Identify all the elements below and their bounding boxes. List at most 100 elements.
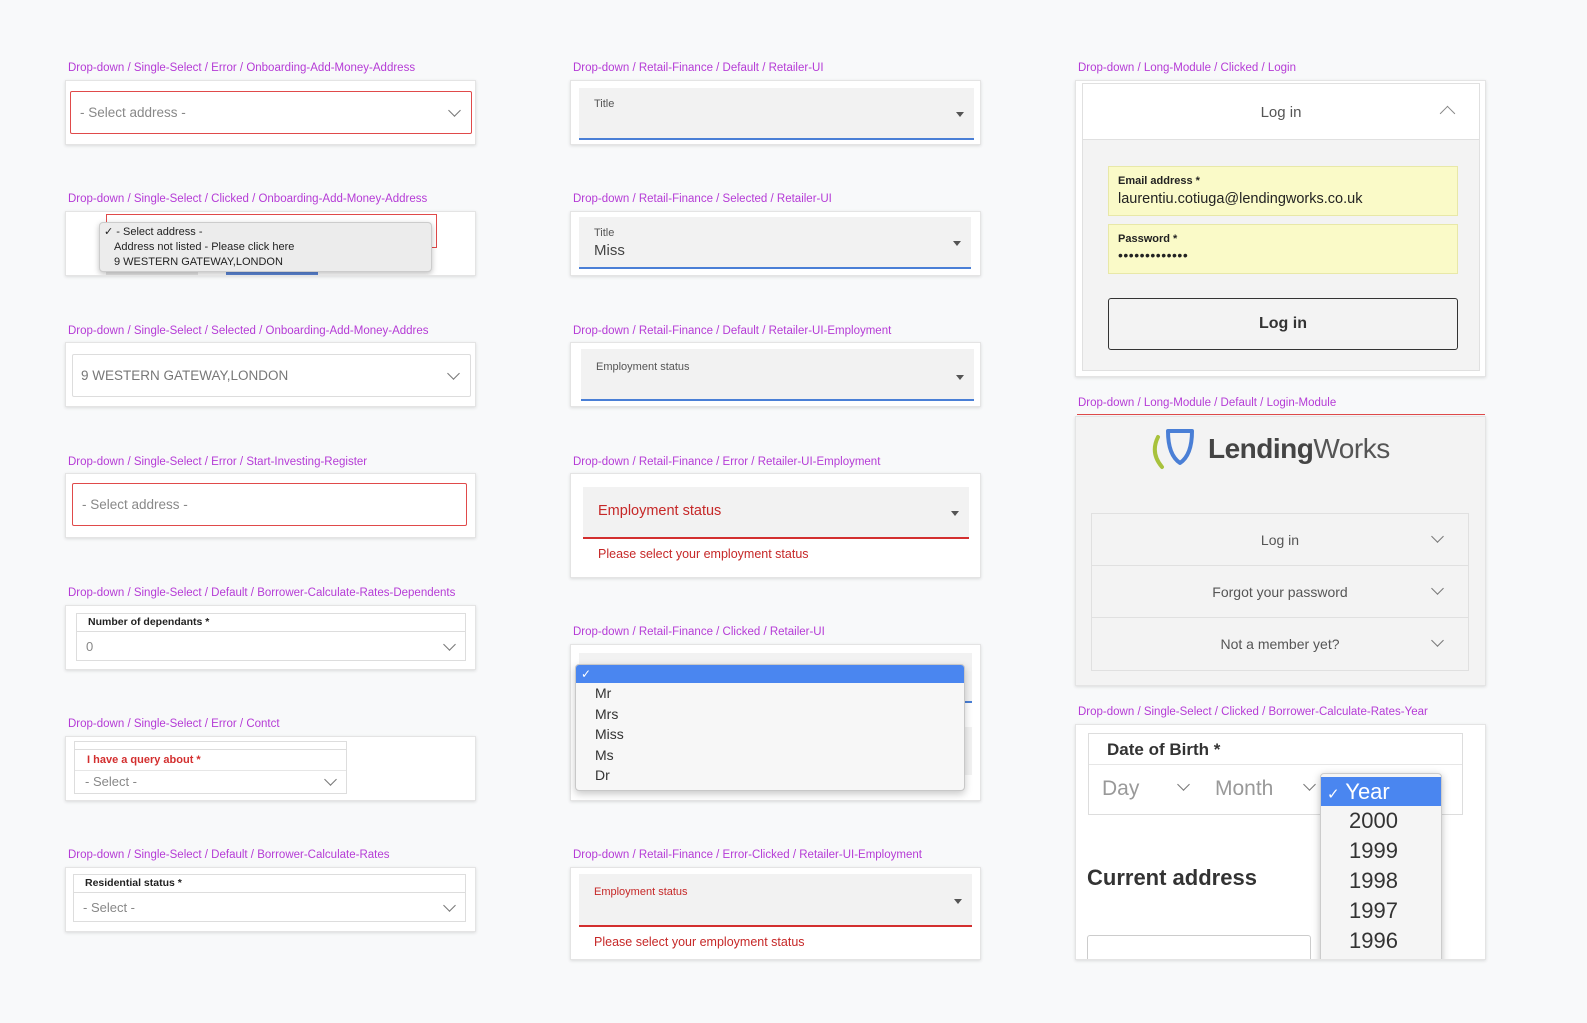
field-label: Employment status [596, 361, 690, 373]
menu-option-selected[interactable]: ✓ Year [1321, 777, 1441, 806]
field-label: Title [594, 98, 615, 110]
dependants-select-value: 0 [86, 639, 94, 654]
caret-down-icon [951, 511, 959, 516]
residential-dropdown-card: Residential status * - Select - [65, 867, 476, 932]
menu-option[interactable]: Miss [576, 724, 964, 745]
component-label: Drop-down / Single-Select / Error / Star… [68, 456, 368, 468]
field-label: Employment status [594, 886, 688, 898]
login-module-default-card: LendingWorks Log in Forgot your password… [1075, 416, 1486, 686]
employment-select[interactable]: Employment status [581, 349, 974, 401]
component-label: Drop-down / Long-Module / Clicked / Logi… [1078, 62, 1296, 74]
login-button[interactable]: Log in [1108, 298, 1458, 350]
hidden-button [106, 272, 198, 275]
password-field[interactable]: Password * ••••••••••••• [1108, 224, 1458, 274]
residential-select[interactable]: - Select - [73, 892, 466, 922]
chevron-down-icon [447, 367, 460, 380]
field-label-box: Number of dependants * [76, 613, 466, 631]
employment-select[interactable]: Employment status [579, 874, 972, 927]
field-label-box: Residential status * [73, 874, 466, 892]
menu-option-selected[interactable]: ✓ [576, 665, 964, 683]
chevron-down-icon [1431, 530, 1444, 543]
accordion-row-label: Forgot your password [1212, 584, 1348, 600]
query-select[interactable]: I have a query about * - Select - [74, 749, 347, 794]
dependants-select[interactable]: 0 [76, 631, 466, 661]
login-accordion-header[interactable]: Log in [1083, 84, 1479, 140]
email-field[interactable]: Email address * laurentiu.cotiuga@lendin… [1108, 166, 1458, 216]
menu-option[interactable]: 1997 [1321, 896, 1441, 926]
component-label: Drop-down / Single-Select / Error / Cont… [68, 718, 280, 730]
day-select[interactable]: Day [1089, 765, 1209, 814]
check-icon: ✓ [104, 226, 114, 238]
address-select-value: 9 WESTERN GATEWAY,LONDON [81, 368, 289, 383]
address-input[interactable] [1087, 935, 1311, 959]
month-select-value: Month [1215, 777, 1274, 800]
employment-select[interactable]: Employment status [583, 487, 969, 539]
address-select[interactable]: - Select address - [70, 91, 472, 134]
address-select-placeholder: - Select address - [80, 105, 186, 120]
component-label: Drop-down / Retail-Finance / Error / Ret… [573, 456, 881, 468]
login-module-clicked-card: Log in Email address * laurentiu.cotiuga… [1075, 80, 1486, 377]
query-select-placeholder: - Select - [85, 774, 138, 789]
menu-option[interactable]: 1999 [1321, 836, 1441, 866]
register-address-dropdown-error-card: - Select address - [65, 473, 476, 538]
component-label: Drop-down / Single-Select / Selected / O… [68, 325, 429, 337]
component-label: Drop-down / Single-Select / Clicked / On… [68, 193, 428, 205]
password-label: Password * [1118, 233, 1178, 245]
component-label: Drop-down / Single-Select / Clicked / Bo… [1078, 706, 1428, 718]
menu-option[interactable]: 2000 [1321, 806, 1441, 836]
accordion-row-login[interactable]: Log in [1092, 514, 1468, 566]
title-select-value: Miss [594, 242, 625, 259]
shield-logo-icon [1152, 429, 1194, 469]
component-label: Drop-down / Long-Module / Default / Logi… [1078, 397, 1337, 409]
error-message: Please select your employment status [598, 547, 809, 561]
year-options-menu: ✓ Year 2000 1999 1998 1997 1996 [1320, 773, 1442, 959]
address-dropdown-selected-card: 9 WESTERN GATEWAY,LONDON [65, 342, 476, 407]
menu-option[interactable]: Address not listed - Please click here [100, 240, 431, 255]
component-label: Drop-down / Retail-Finance / Clicked / R… [573, 626, 825, 638]
email-value: laurentiu.cotiuga@lendingworks.co.uk [1118, 191, 1363, 207]
field-label: Employment status [598, 503, 722, 519]
accordion-row-forgot-password[interactable]: Forgot your password [1092, 566, 1468, 618]
menu-option[interactable]: 1998 [1321, 866, 1441, 896]
address-dropdown-clicked-card: ✓ - Select address - Address not listed … [65, 211, 476, 276]
residential-select-placeholder: - Select - [83, 900, 136, 915]
menu-option[interactable]: Mr [576, 683, 964, 704]
menu-option[interactable]: 9 WESTERN GATEWAY,LONDON [100, 255, 431, 270]
chevron-down-icon [1177, 778, 1190, 791]
field-label: I have a query about * [87, 754, 201, 766]
accordion-row-label: Not a member yet? [1220, 636, 1340, 652]
field-label: Title [594, 227, 615, 239]
address-select-placeholder: - Select address - [82, 497, 188, 512]
address-select[interactable]: - Select address - [72, 483, 467, 526]
address-select[interactable]: 9 WESTERN GATEWAY,LONDON [72, 354, 471, 397]
month-select[interactable]: Month [1209, 765, 1329, 814]
chevron-down-icon [443, 638, 456, 651]
employment-dropdown-error-clicked-card: Employment status Please select your emp… [570, 867, 981, 960]
title-select[interactable]: Title [579, 88, 974, 140]
caret-down-icon [956, 112, 964, 117]
component-label: Drop-down / Single-Select / Default / Bo… [68, 587, 456, 599]
employment-dropdown-error-card: Employment status Please select your emp… [570, 473, 981, 578]
menu-option-selected[interactable]: ✓ - Select address - [100, 225, 431, 240]
menu-option[interactable]: 1996 [1321, 926, 1441, 956]
accordion-row-not-member[interactable]: Not a member yet? [1092, 618, 1468, 670]
menu-option[interactable]: Dr [576, 765, 964, 786]
title-dropdown-clicked-card: ✓ Mr Mrs Miss Ms Dr [570, 644, 981, 801]
title-select[interactable]: Title Miss [579, 217, 971, 269]
component-label: Drop-down / Retail-Finance / Selected / … [573, 193, 832, 205]
dob-label: Date of Birth * [1107, 740, 1221, 759]
logo-wordmark: LendingWorks [1208, 433, 1390, 464]
menu-option[interactable]: Mrs [576, 704, 964, 725]
caret-down-icon [956, 375, 964, 380]
component-label: Drop-down / Retail-Finance / Error-Click… [573, 849, 922, 861]
chevron-down-icon [1303, 778, 1316, 791]
hidden-button [226, 272, 318, 275]
component-label: Drop-down / Single-Select / Default / Bo… [68, 849, 390, 861]
email-label: Email address * [1118, 175, 1200, 187]
menu-option[interactable]: Ms [576, 745, 964, 766]
chevron-down-icon [1431, 582, 1444, 595]
login-accordion: Log in Forgot your password Not a member… [1091, 513, 1469, 671]
year-dropdown-clicked-card: Date of Birth * Day Month Current addres… [1075, 724, 1486, 960]
address-dropdown-error-card: - Select address - [65, 80, 476, 145]
address-options-menu: ✓ - Select address - Address not listed … [99, 222, 432, 272]
